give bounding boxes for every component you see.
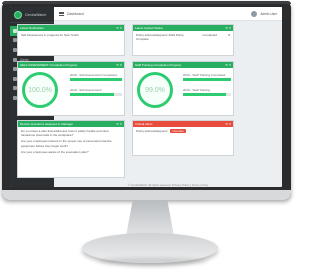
screen: CentraWatch Dashboard Notifications Self…	[10, 7, 282, 187]
breadcrumb: Dashboard	[67, 11, 84, 16]
gauge-value: 99.0%	[145, 86, 165, 94]
progress-bar-fill	[70, 78, 122, 81]
status-badge: Overdue	[170, 129, 186, 134]
question-item[interactable]: Are your employees aware of the evacuati…	[21, 150, 121, 154]
panel-title: SELF ASSESSMENT Completion Progress	[20, 63, 78, 67]
progress-bar	[70, 78, 122, 81]
panel-body: Self Assessment in progress for Sam Smit…	[18, 31, 124, 39]
panel-body: Policy Acknowledgment Overdue	[133, 127, 233, 135]
bezel-highlight	[2, 1, 291, 4]
stand-shadow	[98, 258, 208, 264]
panel-title: Latest Notification	[20, 26, 44, 30]
panel-header: SELF ASSESSMENT Completion Progress ⟲ ✕	[18, 62, 124, 68]
progress-label: 2019 - Self Assessment Completed	[70, 73, 117, 77]
progress-bar-fill	[183, 78, 231, 81]
progress-label: 2019 - Staff Training	[183, 88, 210, 92]
progress-bar	[70, 93, 122, 96]
progress-row: 2019 - Staff Training	[183, 88, 231, 96]
monitor-frame: CentraWatch Dashboard Notifications Self…	[2, 1, 291, 200]
panel-title: Latest Upload Status	[135, 26, 163, 30]
panel-tools-icon[interactable]: ⟲ ✕	[225, 122, 231, 126]
footer: © CentraWatch. All rights reserved. Priv…	[127, 183, 209, 187]
notifications-panel: Latest Notification ⟲ ✕ Self Assessment …	[17, 24, 125, 56]
topbar: Dashboard Admin User	[54, 7, 282, 21]
question-item[interactable]: Are your employees trained on the proper…	[21, 139, 121, 147]
progress-gauge: 100.0%	[22, 72, 58, 108]
gauge-value: 100.0%	[28, 86, 52, 94]
panel-tools-icon[interactable]: ⟲ ✕	[225, 63, 231, 67]
monitor-stand-neck	[126, 200, 174, 236]
menu-icon[interactable]	[59, 11, 64, 16]
monitor-chin	[2, 190, 291, 200]
progress-bar	[183, 93, 231, 96]
self-assessment-panel: SELF ASSESSMENT Completion Progress ⟲ ✕ …	[17, 61, 125, 116]
logo-icon	[14, 10, 22, 19]
progress-gauge: 99.0%	[137, 72, 173, 108]
staff-progress-panel: Staff Training Completion Progress ⟲ ✕ 9…	[132, 61, 234, 116]
questions-panel: Review Questions assigned to Manager ⟲ ✕…	[17, 120, 125, 178]
notification-text[interactable]: Self Assessment in progress for Sam Smit…	[21, 33, 121, 37]
panel-header: Staff Training Completion Progress ⟲ ✕	[133, 62, 233, 68]
progress-label: 2019 - Self Assessment	[70, 88, 102, 92]
update-text[interactable]: Policy Acknowledgment 2019 Policy Comple…	[136, 33, 191, 41]
panel-title: Critical Alerts	[135, 122, 153, 126]
progress-bar-fill	[70, 93, 115, 96]
panel-tools-icon[interactable]: ⟲ ✕	[225, 26, 231, 30]
panel-tools-icon[interactable]: ⟲ ✕	[116, 26, 122, 30]
updates-panel: Latest Upload Status ⟲ ✕ Policy Acknowle…	[132, 24, 234, 56]
progress-row: 2019 - Staff Training Completed	[183, 73, 231, 81]
progress-row: 2019 - Self Assessment Completed	[70, 73, 122, 81]
panel-body: Do you have a plan that addresses how to…	[18, 127, 124, 156]
user-menu[interactable]: Admin User	[251, 10, 277, 17]
brand-name: CentraWatch	[25, 12, 47, 17]
alert-text[interactable]: Policy Acknowledgment	[136, 129, 168, 133]
progress-bar	[183, 78, 231, 81]
panel-tools-icon[interactable]: ⟲ ✕	[116, 122, 122, 126]
brand[interactable]: CentraWatch	[10, 7, 54, 23]
panel-title: Review Questions assigned to Manager	[20, 122, 74, 126]
panel-title: Staff Training Completion Progress	[135, 63, 182, 67]
progress-label: 2019 - Staff Training Completed	[183, 73, 226, 77]
panel-tools-icon[interactable]: ⟲ ✕	[116, 63, 122, 67]
avatar	[251, 10, 258, 17]
panel-body: Policy Acknowledgment 2019 Policy Comple…	[133, 31, 233, 43]
progress-bar-fill	[183, 93, 227, 96]
question-item[interactable]: Do you have a plan that addresses how to…	[21, 129, 121, 137]
user-name: Admin User	[260, 11, 277, 16]
progress-row: 2019 - Self Assessment	[70, 88, 122, 96]
update-value: 8	[228, 33, 230, 37]
update-status: Completed	[202, 33, 217, 37]
alerts-panel: Critical Alerts ⟲ ✕ Policy Acknowledgmen…	[132, 120, 234, 156]
